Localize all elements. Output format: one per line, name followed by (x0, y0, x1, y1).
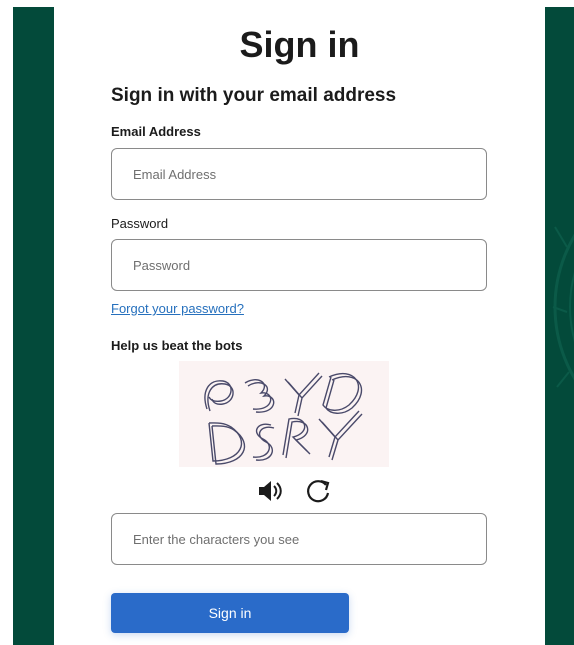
password-field[interactable]: Password (111, 239, 487, 291)
forgot-password-link[interactable]: Forgot your password? (111, 301, 244, 317)
captcha-image (179, 361, 389, 467)
page-root: Sign in Sign in with your email address … (0, 0, 574, 645)
captcha-controls (254, 477, 344, 505)
signin-card: Sign in Sign in with your email address … (54, 7, 545, 645)
email-label: Email Address (111, 124, 201, 139)
signin-button[interactable]: Sign in (111, 593, 349, 633)
speaker-icon[interactable] (256, 477, 286, 505)
captcha-input[interactable]: Enter the characters you see (111, 513, 487, 565)
password-label: Password (111, 216, 169, 231)
signin-subtitle: Sign in with your email address (111, 85, 397, 106)
refresh-icon[interactable] (304, 477, 334, 505)
left-brand-band (13, 7, 54, 645)
email-field[interactable]: Email Address (111, 148, 487, 200)
captcha-label: Help us beat the bots (111, 338, 243, 353)
right-brand-band (545, 7, 574, 645)
seal-watermark (552, 226, 574, 388)
page-title: Sign in (239, 24, 360, 65)
